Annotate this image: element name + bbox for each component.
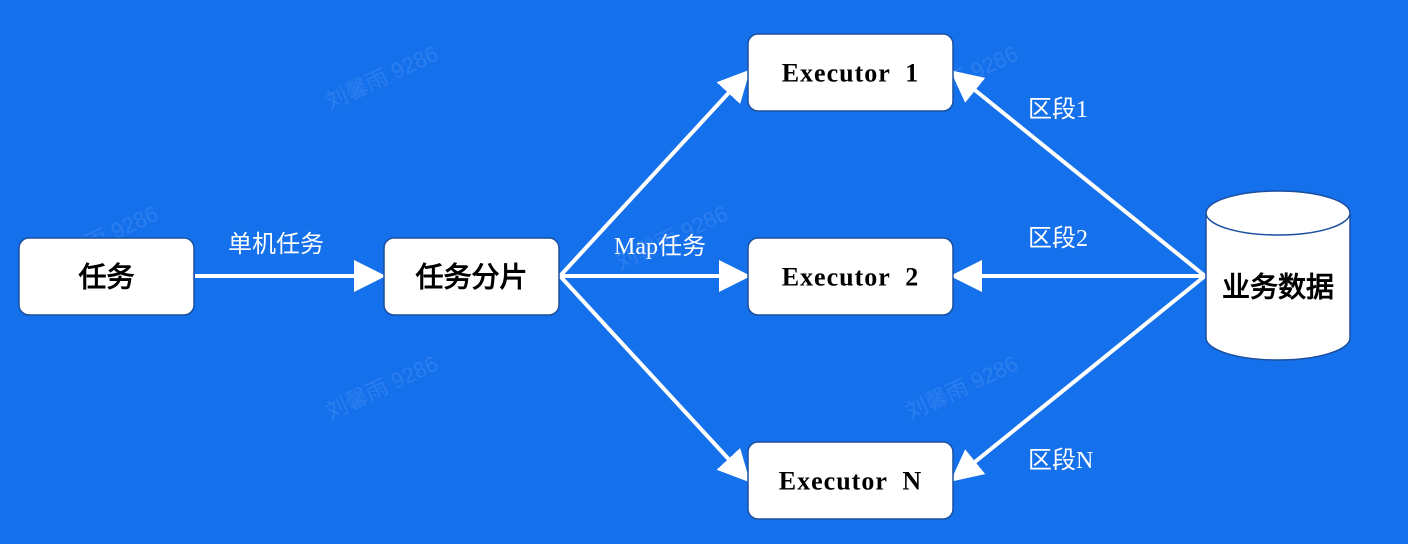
node-task-sharding-label: 任务分片 [414, 261, 527, 294]
node-business-data: 业务数据 [1205, 190, 1351, 361]
node-task-sharding: 任务分片 [383, 237, 560, 316]
node-executor-n: Executor N [747, 441, 954, 520]
node-executor-1-label: Executor 1 [782, 59, 920, 88]
edge-label-single-task: 单机任务 [228, 231, 324, 258]
node-business-data-label: 业务数据 [1222, 271, 1334, 304]
node-executor-n-label: Executor N [779, 467, 922, 496]
watermark: 刘馨雨 9286 [322, 351, 442, 425]
arrow-sharding-to-executorN [558, 274, 751, 483]
diagram: 刘馨雨 9286 刘馨雨 9286 刘馨雨 9286 刘馨雨 9286 刘馨雨 … [18, 33, 1351, 520]
edge-label-map-task: Map任务 [614, 233, 706, 260]
edge-label-segment-1: 区段1 [1028, 96, 1088, 123]
node-executor-2-label: Executor 2 [782, 263, 920, 292]
node-executor-1: Executor 1 [747, 33, 954, 112]
watermark: 刘馨雨 9286 [322, 41, 442, 115]
watermark: 刘馨雨 9286 [902, 351, 1022, 425]
node-executor-2: Executor 2 [747, 237, 954, 316]
node-task: 任务 [18, 237, 195, 316]
edge-label-segment-2: 区段2 [1028, 225, 1088, 252]
node-task-label: 任务 [77, 261, 134, 294]
edge-label-segment-n: 区段N [1028, 447, 1093, 474]
